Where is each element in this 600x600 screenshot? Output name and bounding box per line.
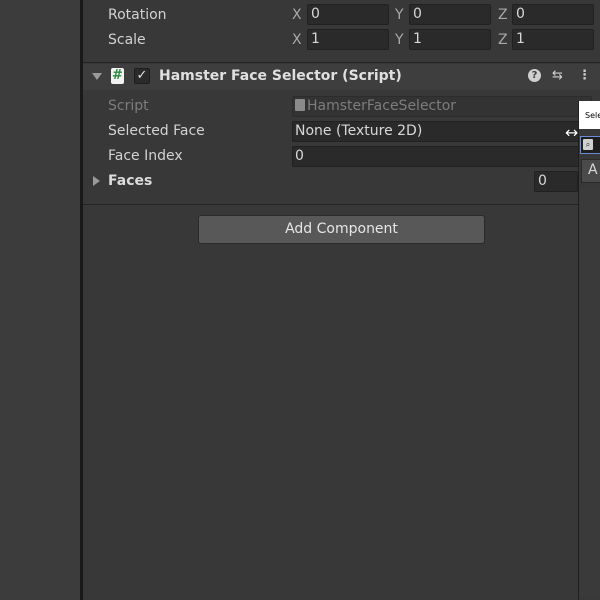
resize-cursor-icon: ↔ — [565, 123, 579, 142]
component-title: Hamster Face Selector (Script) — [159, 68, 402, 84]
selected-face-label: Selected Face — [108, 123, 205, 139]
add-component-divider — [83, 204, 600, 205]
rotation-row: Rotation X 0 Y 0 Z 0 — [83, 4, 600, 26]
scale-z-axis-label[interactable]: Z — [498, 32, 508, 48]
left-panel — [0, 0, 80, 600]
faces-size-field[interactable]: 0 — [534, 171, 578, 192]
inspector-panel: Rotation X 0 Y 0 Z 0 Scale X 1 Y 1 Z 1 #… — [83, 0, 600, 600]
script-value: HamsterFaceSelector — [307, 98, 457, 114]
more-options-icon[interactable]: ⋮ — [578, 69, 591, 83]
scale-x-field[interactable]: 1 — [307, 29, 389, 50]
presets-icon[interactable]: ⇆ — [552, 69, 563, 83]
scale-row: Scale X 1 Y 1 Z 1 — [83, 29, 600, 51]
rotation-x-field[interactable]: 0 — [307, 4, 389, 25]
object-picker-window: Sele ⌕ A — [578, 101, 600, 600]
picker-list[interactable] — [580, 187, 600, 597]
selected-face-object-field[interactable]: None (Texture 2D) — [292, 121, 592, 142]
rotation-label: Rotation — [108, 7, 167, 23]
unity-editor: Rotation X 0 Y 0 Z 0 Scale X 1 Y 1 Z 1 #… — [0, 0, 600, 600]
search-icon: ⌕ — [583, 139, 593, 150]
scale-y-axis-label[interactable]: Y — [395, 32, 404, 48]
face-index-label: Face Index — [108, 148, 183, 164]
scale-z-field[interactable]: 1 — [512, 29, 594, 50]
foldout-expanded-icon[interactable] — [92, 73, 102, 80]
face-index-field[interactable]: 0 — [292, 146, 592, 167]
rotation-y-axis-label[interactable]: Y — [395, 7, 404, 23]
faces-foldout-collapsed-icon[interactable] — [93, 176, 100, 186]
component-enabled-checkbox[interactable]: ✓ — [134, 68, 150, 84]
picker-title: Sele — [579, 101, 600, 129]
rotation-x-axis-label[interactable]: X — [292, 7, 302, 23]
script-label: Script — [108, 98, 149, 114]
component-header[interactable]: # ✓ Hamster Face Selector (Script) ? ⇆ ⋮ — [83, 64, 600, 90]
picker-tab-assets[interactable]: A — [581, 159, 600, 183]
component-divider — [83, 62, 600, 63]
rotation-z-axis-label[interactable]: Z — [498, 7, 508, 23]
faces-label[interactable]: Faces — [108, 173, 152, 189]
add-component-button[interactable]: Add Component — [198, 215, 485, 244]
script-file-icon — [295, 99, 305, 111]
scale-label: Scale — [108, 32, 146, 48]
rotation-z-field[interactable]: 0 — [512, 4, 594, 25]
scale-y-field[interactable]: 1 — [409, 29, 491, 50]
script-field: HamsterFaceSelector — [292, 96, 592, 117]
help-icon[interactable]: ? — [528, 69, 541, 82]
rotation-y-field[interactable]: 0 — [409, 4, 491, 25]
script-component-icon: # — [111, 68, 124, 84]
scale-x-axis-label[interactable]: X — [292, 32, 302, 48]
